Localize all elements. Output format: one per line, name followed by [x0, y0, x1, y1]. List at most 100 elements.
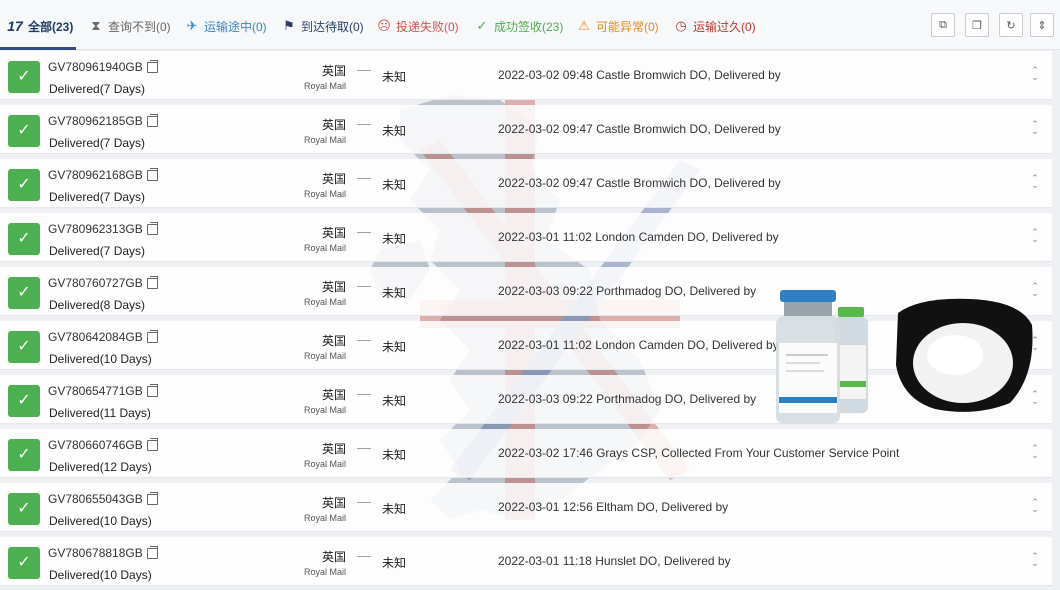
- tracking-number[interactable]: GV780961940GB: [48, 59, 158, 74]
- origin-country: 未知: [382, 70, 407, 84]
- route-arrow-icon: [357, 448, 371, 449]
- carrier-name: Royal Mail: [303, 405, 346, 415]
- delivered-check-icon: ✓: [8, 115, 40, 147]
- tracking-number[interactable]: GV780642084GB: [48, 329, 158, 344]
- route-arrow-icon: [357, 232, 371, 233]
- destination-country: 英国: [321, 550, 346, 564]
- shipment-row[interactable]: ✓ GV780678818GB Delivered(10 Days) 英国 Roy…: [0, 537, 1052, 586]
- refresh-button[interactable]: ↻: [999, 13, 1023, 37]
- tracking-number-text: GV780961940GB: [48, 60, 143, 74]
- route-arrow-icon: [357, 286, 371, 287]
- delivery-status: Delivered(7 Days): [49, 190, 146, 204]
- delivered-check-icon: ✓: [8, 385, 40, 417]
- filter-tab-label: 全部(23): [28, 19, 74, 34]
- expand-row-icon[interactable]: ⌃ ⌄: [1030, 552, 1040, 568]
- route-arrow-icon: [357, 502, 371, 503]
- expand-row-icon[interactable]: ⌃ ⌄: [1030, 120, 1040, 136]
- destination-country: 英国: [321, 442, 346, 456]
- copy-list-icon: ❐: [972, 19, 982, 32]
- sad-face-icon: ☹: [377, 18, 391, 33]
- destination-country: 英国: [321, 334, 346, 348]
- copy-icon[interactable]: [146, 329, 158, 343]
- expand-row-icon[interactable]: ⌃ ⌄: [1030, 66, 1040, 82]
- copy-icon[interactable]: [146, 437, 158, 451]
- carrier-name: Royal Mail: [303, 81, 346, 91]
- shipment-row[interactable]: ✓ GV780962168GB Delivered(7 Days) 英国 Roya…: [0, 159, 1052, 208]
- filter-tab-expired[interactable]: ◷ 运输过久(0): [673, 16, 756, 36]
- tracking-number[interactable]: GV780760727GB: [48, 275, 158, 290]
- copy-icon[interactable]: [146, 113, 158, 127]
- carrier-name: Royal Mail: [303, 189, 346, 199]
- destination-country: 英国: [321, 496, 346, 510]
- filter-tab-not-found[interactable]: ⧗ 查询不到(0): [88, 16, 170, 36]
- carrier-name: Royal Mail: [303, 243, 346, 253]
- tracking-number[interactable]: GV780655043GB: [48, 491, 158, 506]
- tracking-number[interactable]: GV780962185GB: [48, 113, 158, 128]
- filter-tab-label: 投递失败(0): [396, 19, 459, 34]
- latest-event: 2022-03-02 09:48 Castle Bromwich DO, Del…: [498, 68, 781, 82]
- tracking-number-text: GV780655043GB: [48, 492, 143, 506]
- copy-icon: ⧉: [939, 18, 947, 31]
- copy-icon[interactable]: [146, 221, 158, 235]
- tracking-number-text: GV780962185GB: [48, 114, 143, 128]
- copy-icon[interactable]: [146, 545, 158, 559]
- filter-tab-alert[interactable]: ⚠ 可能异常(0): [576, 16, 659, 36]
- copy-icon[interactable]: [146, 383, 158, 397]
- tracking-number[interactable]: GV780678818GB: [48, 545, 158, 560]
- shipment-row[interactable]: ✓ GV780961940GB Delivered(7 Days) 英国 Roya…: [0, 51, 1052, 100]
- destination: 英国 Royal Mail: [300, 440, 346, 469]
- shipment-row[interactable]: ✓ GV780760727GB Delivered(8 Days) 英国 Roya…: [0, 267, 1052, 316]
- origin-country: 未知: [382, 124, 407, 138]
- expand-row-icon[interactable]: ⌃ ⌄: [1030, 390, 1040, 406]
- carrier-name: Royal Mail: [303, 459, 346, 469]
- route-arrow-icon: [357, 394, 371, 395]
- clock-icon: ◷: [675, 18, 687, 33]
- expand-row-icon[interactable]: ⌃ ⌄: [1030, 444, 1040, 460]
- tracking-number-text: GV780678818GB: [48, 546, 143, 560]
- copy-icon[interactable]: [146, 275, 158, 289]
- carrier-name: Royal Mail: [303, 351, 346, 361]
- copy-icon[interactable]: [146, 59, 158, 73]
- origin-country: 未知: [382, 178, 407, 192]
- expand-row-icon[interactable]: ⌃ ⌄: [1030, 282, 1040, 298]
- tracking-number[interactable]: GV780962168GB: [48, 167, 158, 182]
- delivery-status: Delivered(7 Days): [49, 244, 146, 258]
- shipment-row[interactable]: ✓ GV780654771GB Delivered(11 Days) 英国 Roy…: [0, 375, 1052, 424]
- latest-event: 2022-03-02 17:46 Grays CSP, Collected Fr…: [498, 446, 900, 460]
- shipment-row[interactable]: ✓ GV780642084GB Delivered(10 Days) 英国 Roy…: [0, 321, 1052, 370]
- copy-all-button[interactable]: ⧉: [931, 13, 955, 37]
- tracking-number[interactable]: GV780654771GB: [48, 383, 158, 398]
- copy-icon[interactable]: [146, 167, 158, 181]
- expand-row-icon[interactable]: ⌃ ⌄: [1030, 174, 1040, 190]
- origin-country: 未知: [382, 448, 407, 462]
- expand-collapse-icon: ⇕: [1037, 19, 1047, 32]
- shipment-row[interactable]: ✓ GV780962313GB Delivered(7 Days) 英国 Roya…: [0, 213, 1052, 262]
- shipment-row[interactable]: ✓ GV780962185GB Delivered(7 Days) 英国 Roya…: [0, 105, 1052, 154]
- filter-tab-all[interactable]: 17 全部(23): [6, 16, 73, 36]
- tracking-number-text: GV780962168GB: [48, 168, 143, 182]
- delivered-check-icon: ✓: [8, 277, 40, 309]
- active-tab-indicator: [0, 47, 76, 50]
- expand-row-icon[interactable]: ⌃ ⌄: [1030, 498, 1040, 514]
- expand-row-icon[interactable]: ⌃ ⌄: [1030, 336, 1040, 352]
- shipment-row[interactable]: ✓ GV780655043GB Delivered(10 Days) 英国 Roy…: [0, 483, 1052, 532]
- hourglass-icon: ⧗: [91, 18, 101, 33]
- filter-tab-in-transit[interactable]: ✈ 运输途中(0): [184, 16, 267, 36]
- carrier-name: Royal Mail: [303, 297, 346, 307]
- expand-all-button[interactable]: ⇕: [1030, 13, 1054, 37]
- copy-icon[interactable]: [146, 491, 158, 505]
- copy-list-button[interactable]: ❐: [965, 13, 989, 37]
- destination-country: 英国: [321, 388, 346, 402]
- filter-tab-pickup[interactable]: ⚑ 到达待取(0): [281, 16, 364, 36]
- destination: 英国 Royal Mail: [300, 386, 346, 415]
- latest-event: 2022-03-01 12:56 Eltham DO, Delivered by: [498, 500, 729, 514]
- expand-row-icon[interactable]: ⌃ ⌄: [1030, 228, 1040, 244]
- tracking-number[interactable]: GV780962313GB: [48, 221, 158, 236]
- carrier-name: Royal Mail: [303, 513, 346, 523]
- tracking-number[interactable]: GV780660746GB: [48, 437, 158, 452]
- destination: 英国 Royal Mail: [300, 116, 346, 145]
- filter-tab-failed[interactable]: ☹ 投递失败(0): [376, 16, 459, 36]
- filter-tab-delivered[interactable]: ✓ 成功签收(23): [474, 16, 564, 36]
- shipment-row[interactable]: ✓ GV780660746GB Delivered(12 Days) 英国 Roy…: [0, 429, 1052, 478]
- filter-tab-label: 运输过久(0): [693, 19, 756, 34]
